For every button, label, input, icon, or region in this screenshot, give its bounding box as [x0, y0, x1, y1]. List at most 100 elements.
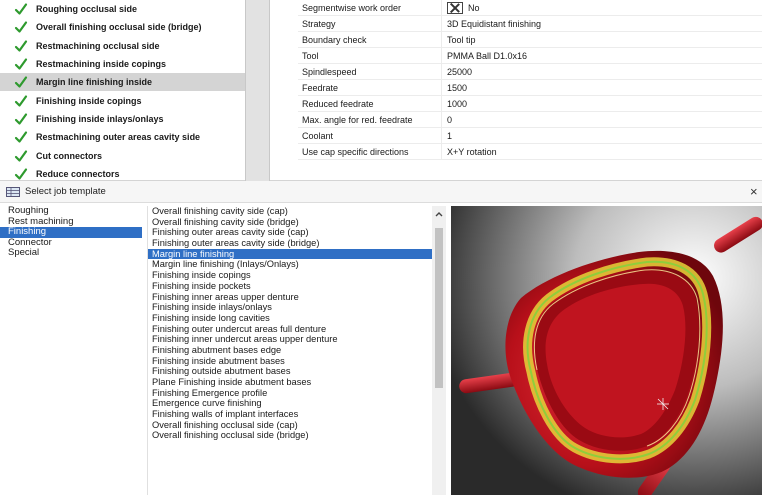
property-value: 1000 [447, 98, 468, 109]
property-value: 1500 [447, 82, 468, 93]
operation-row-finishing-inside-inlays-onlays[interactable]: Finishing inside inlays/onlays [0, 110, 245, 128]
property-name: Use cap specific directions [302, 146, 409, 157]
property-value: PMMA Ball D1.0x16 [447, 50, 528, 61]
property-row-strategy[interactable]: Strategy 3D Equidistant finishing [298, 16, 762, 32]
template-item[interactable]: Finishing inside abutment bases [148, 356, 432, 367]
operation-row-cut-connectors[interactable]: Cut connectors [0, 146, 245, 164]
scroll-up-arrow-icon[interactable] [434, 210, 444, 218]
template-item[interactable]: Plane Finishing inside abutment bases [148, 377, 432, 388]
3d-preview-viewport[interactable] [451, 206, 762, 495]
template-item[interactable]: Overall finishing cavity side (bridge) [148, 217, 432, 228]
template-item[interactable]: Finishing walls of implant interfaces [148, 409, 432, 420]
green-check-icon [14, 113, 28, 125]
operation-row-margin-line-finishing-inside[interactable]: Margin line finishing inside [0, 73, 245, 92]
panel-splitter[interactable] [245, 0, 270, 181]
property-name: Boundary check [302, 34, 367, 45]
template-item[interactable]: Finishing inside inlays/onlays [148, 302, 432, 313]
template-item[interactable]: Finishing outer undercut areas full dent… [148, 324, 432, 335]
green-check-icon [14, 149, 28, 162]
property-row-boundary-check[interactable]: Boundary check Tool tip [298, 32, 762, 48]
strategy-panel: Roughing occlusal side Overall finishing … [0, 0, 762, 181]
template-item[interactable]: Finishing outer areas cavity side (bridg… [148, 238, 432, 249]
green-check-icon [14, 58, 28, 70]
template-item[interactable]: Finishing inner areas upper denture [148, 292, 432, 303]
property-name: Max. angle for red. feedrate [302, 114, 413, 125]
property-name: Feedrate [302, 82, 339, 93]
property-row-spindlespeed[interactable]: Spindlespeed 25000 [298, 64, 762, 80]
template-item[interactable]: Finishing abutment bases edge [148, 345, 432, 356]
template-item[interactable]: Margin line finishing [148, 248, 432, 260]
scroll-thumb[interactable] [435, 228, 443, 388]
property-row-reduced-feedrate[interactable]: Reduced feedrate 1000 [298, 96, 762, 112]
property-row-max-angle-for-red-feedrate[interactable]: Max. angle for red. feedrate 0 [298, 112, 762, 128]
dialog-title: Select job template [25, 186, 106, 197]
property-name: Strategy [302, 18, 336, 29]
template-item[interactable]: Finishing inside long cavities [148, 313, 432, 324]
green-check-icon [14, 95, 28, 107]
property-value-cell[interactable]: Tool tip [441, 32, 762, 47]
template-item[interactable]: Finishing outside abutment bases [148, 366, 432, 377]
grid-table-icon [6, 186, 20, 197]
property-name: Spindlespeed [302, 66, 357, 77]
template-item[interactable]: Overall finishing occlusal side (bridge) [148, 430, 432, 441]
operation-label: Reduce connectors [36, 168, 120, 179]
category-item-finishing[interactable]: Finishing [0, 226, 142, 238]
template-item[interactable]: Overall finishing cavity side (cap) [148, 206, 432, 217]
operation-label: Finishing inside copings [36, 95, 142, 106]
operation-label: Overall finishing occlusal side (bridge) [36, 22, 202, 33]
property-row-use-cap-specific-directions[interactable]: Use cap specific directions X+Y rotation [298, 144, 762, 160]
x-checkbox-icon[interactable] [447, 1, 463, 14]
template-list: Overall finishing cavity side (cap) Overa… [148, 206, 432, 495]
green-check-icon [14, 3, 28, 15]
property-value-cell[interactable]: No [441, 0, 762, 15]
property-value-cell[interactable]: 1 [441, 128, 762, 143]
category-item-roughing[interactable]: Roughing [0, 205, 142, 217]
property-value-cell[interactable]: PMMA Ball D1.0x16 [441, 48, 762, 63]
operation-label: Restmachining occlusal side [36, 40, 160, 51]
operation-row-overall-finishing-occlusal-side-bridge[interactable]: Overall finishing occlusal side (bridge) [0, 18, 245, 36]
operation-label: Cut connectors [36, 150, 103, 161]
property-value: No [468, 2, 480, 13]
template-item[interactable]: Finishing inner undercut areas upper den… [148, 334, 432, 345]
template-item[interactable]: Emergence curve finishing [148, 398, 432, 409]
operation-list: Roughing occlusal side Overall finishing … [0, 0, 245, 181]
operation-row-roughing-occlusal-side[interactable]: Roughing occlusal side [0, 0, 245, 18]
property-row-coolant[interactable]: Coolant 1 [298, 128, 762, 144]
template-item[interactable]: Finishing inside pockets [148, 281, 432, 292]
property-value: 3D Equidistant finishing [447, 18, 542, 29]
template-item[interactable]: Finishing outer areas cavity side (cap) [148, 227, 432, 238]
template-list-box: Overall finishing cavity side (cap) Overa… [147, 206, 447, 495]
property-value-cell[interactable]: 0 [441, 112, 762, 127]
property-value-cell[interactable]: 25000 [441, 64, 762, 79]
property-name: Segmentwise work order [302, 2, 402, 13]
property-value: 25000 [447, 66, 473, 77]
green-check-icon [14, 168, 28, 180]
property-value-cell[interactable]: 1000 [441, 96, 762, 111]
template-item[interactable]: Overall finishing occlusal side (cap) [148, 420, 432, 431]
operation-row-restmachining-outer-areas-cavity-side[interactable]: Restmachining outer areas cavity side [0, 128, 245, 146]
property-value-cell[interactable]: 3D Equidistant finishing [441, 16, 762, 31]
category-item-special[interactable]: Special [0, 247, 142, 259]
template-item[interactable]: Finishing inside copings [148, 270, 432, 281]
property-row-tool[interactable]: Tool PMMA Ball D1.0x16 [298, 48, 762, 64]
template-scrollbar[interactable] [432, 206, 446, 495]
property-name: Tool [302, 50, 319, 61]
operation-label: Roughing occlusal side [36, 4, 138, 15]
dialog-title-bar: Select job template × [0, 181, 762, 203]
dental-model-preview [451, 206, 762, 495]
property-value: Tool tip [447, 34, 476, 45]
operation-row-restmachining-occlusal-side[interactable]: Restmachining occlusal side [0, 37, 245, 55]
operation-row-restmachining-inside-copings[interactable]: Restmachining inside copings [0, 55, 245, 73]
green-check-icon [14, 21, 28, 34]
template-item[interactable]: Finishing Emergence profile [148, 388, 432, 399]
property-row-feedrate[interactable]: Feedrate 1500 [298, 80, 762, 96]
category-list: Roughing Rest machining Finishing Connector… [0, 205, 142, 495]
property-value-cell[interactable]: 1500 [441, 80, 762, 95]
operation-row-finishing-inside-copings[interactable]: Finishing inside copings [0, 91, 245, 109]
green-check-icon [14, 40, 28, 52]
template-item[interactable]: Margin line finishing (Inlays/Onlays) [148, 259, 432, 270]
property-value-cell[interactable]: X+Y rotation [441, 144, 762, 159]
green-check-icon [14, 76, 28, 88]
property-row-segmentwise-work-order[interactable]: Segmentwise work order No [298, 0, 762, 16]
close-button[interactable]: × [750, 184, 762, 200]
